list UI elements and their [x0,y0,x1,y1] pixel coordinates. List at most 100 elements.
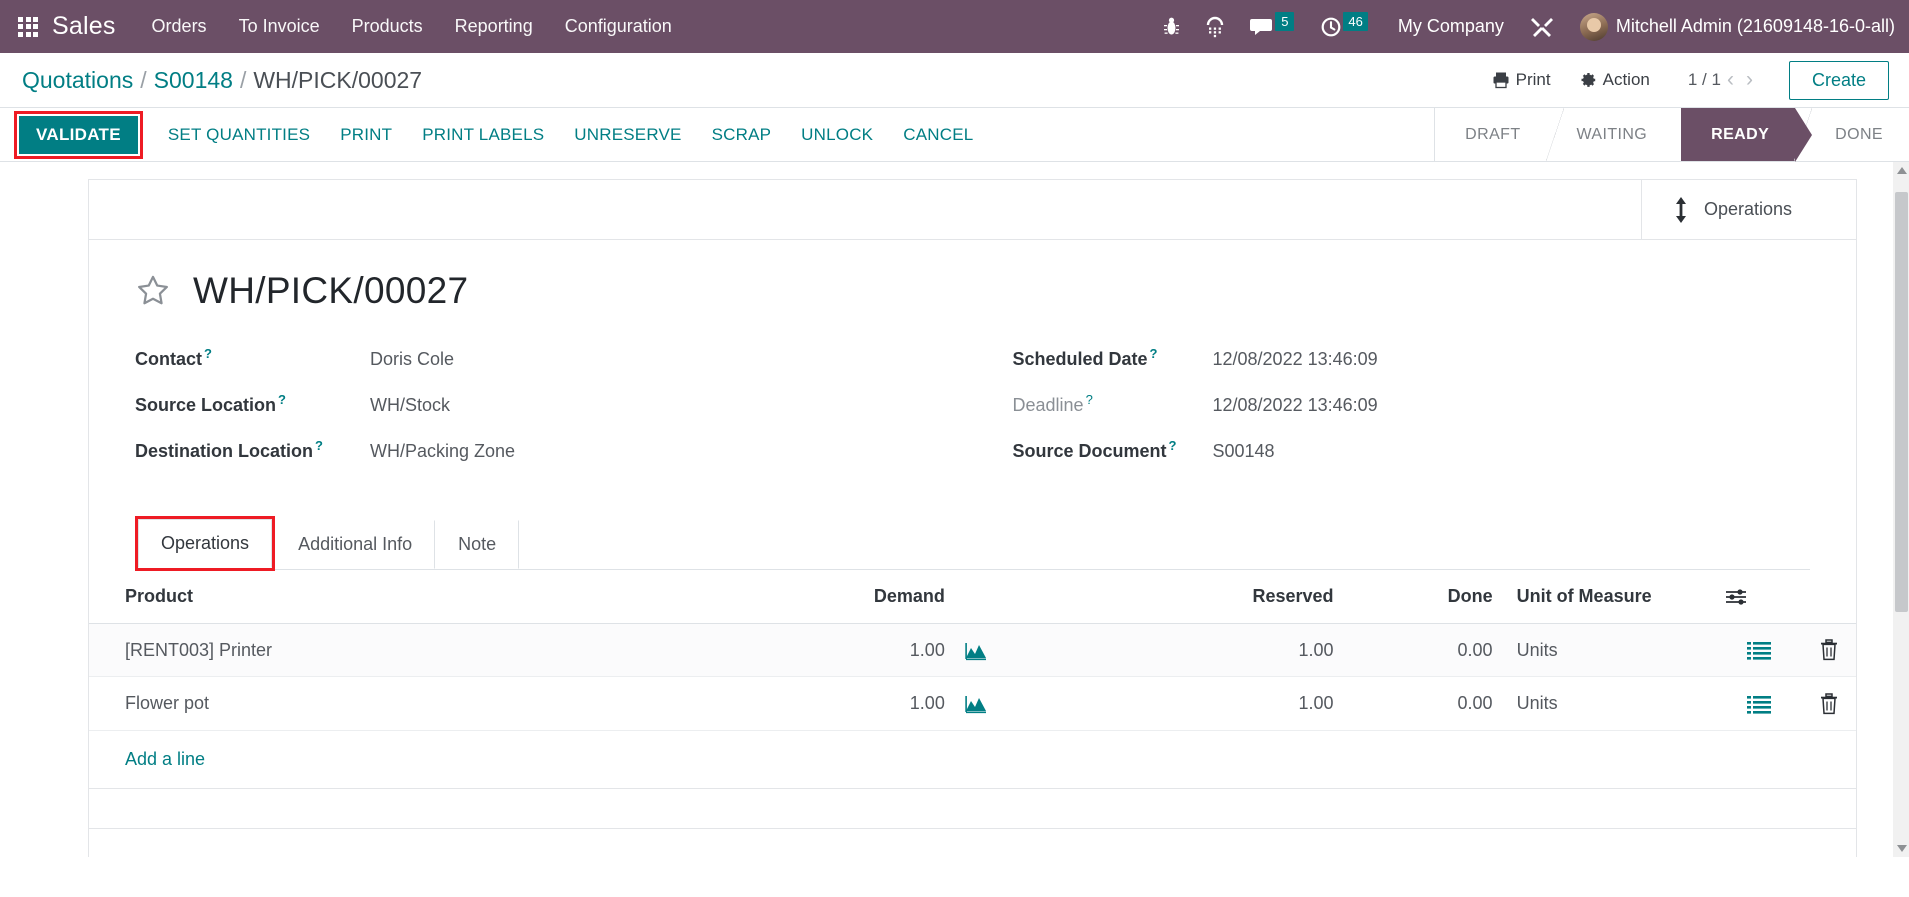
cell-reserved[interactable]: 1.00 [1043,623,1344,678]
list-lines-icon[interactable] [1746,693,1771,714]
status-waiting[interactable]: WAITING [1545,108,1682,161]
user-menu[interactable]: Mitchell Admin (21609148-16-0-all) [1579,12,1895,41]
menu-orders[interactable]: Orders [152,16,207,37]
cell-delete-action[interactable] [1802,676,1856,731]
table-row[interactable]: [RENT003] Printer 1.00 1.00 0.00 Units [89,623,1856,678]
wrench-screwdriver-icon[interactable] [1530,0,1554,53]
cell-uom[interactable]: Units [1502,623,1715,678]
print-label: Print [1515,70,1551,89]
field-scheduled-date-label: Scheduled Date? [1013,346,1213,370]
scrollbar-thumb[interactable] [1895,192,1908,612]
breadcrumb-current: WH/PICK/00027 [253,66,423,93]
field-destination-location-value[interactable]: WH/Packing Zone [370,441,515,462]
app-brand-sales[interactable]: Sales [52,12,116,41]
sheet-bottom-space [89,829,1856,858]
menu-to-invoice[interactable]: To Invoice [239,16,320,37]
column-options-icon[interactable] [1725,586,1747,607]
col-delete-spacer [1802,570,1856,624]
cell-done[interactable]: 0.00 [1343,676,1503,731]
help-icon[interactable]: ? [1086,392,1093,407]
menu-products[interactable]: Products [352,16,423,37]
field-contact-value[interactable]: Doris Cole [370,349,454,370]
status-done[interactable]: DONE [1794,108,1909,161]
scrap-button[interactable]: SCRAP [697,116,787,154]
activities-counter[interactable]: 46 [1320,0,1368,53]
cell-uom[interactable]: Units [1502,676,1715,731]
field-deadline-value[interactable]: 12/08/2022 13:46:09 [1213,395,1378,416]
print-button[interactable]: Print [1492,70,1551,90]
help-icon[interactable]: ? [204,346,212,361]
cancel-button[interactable]: CANCEL [888,116,988,154]
unreserve-button[interactable]: UNRESERVE [559,116,696,154]
phone-keypad-icon[interactable] [1206,0,1224,53]
trash-icon[interactable] [1819,639,1839,661]
up-down-arrow-icon [1676,196,1686,223]
scroll-up-arrow-icon[interactable] [1897,167,1907,174]
bug-icon[interactable] [1163,0,1180,53]
col-options [1714,570,1803,624]
area-chart-icon[interactable] [965,640,987,661]
smart-button-operations[interactable]: Operations [1641,180,1856,239]
field-group-right: Scheduled Date? 12/08/2022 13:46:09 Dead… [973,346,1811,484]
field-group-left: Contact? Doris Cole Source Location? WH/… [135,346,973,484]
messages-counter[interactable]: 5 [1250,0,1295,53]
status-ready[interactable]: READY [1681,108,1813,162]
table-row[interactable]: Flower pot 1.00 1.00 0.00 Units [89,676,1856,731]
col-product: Product [89,570,673,624]
breadcrumb-separator: / [239,66,247,93]
list-lines-icon[interactable] [1746,640,1771,661]
help-icon[interactable]: ? [278,392,286,407]
field-deadline: Deadline? 12/08/2022 13:46:09 [1013,392,1811,416]
breadcrumb-separator: / [140,66,147,93]
add-a-line-button[interactable]: Add a line [89,731,1856,788]
cell-detail-action[interactable] [1714,676,1803,731]
breadcrumb-quotations[interactable]: Quotations [22,67,133,94]
chevron-right-icon[interactable]: › [1740,68,1759,92]
tab-note[interactable]: Note [435,520,520,569]
print-labels-button[interactable]: PRINT LABELS [407,116,559,154]
print-action-button[interactable]: PRINT [325,116,407,154]
help-icon[interactable]: ? [1169,438,1177,453]
help-icon[interactable]: ? [1150,346,1158,361]
cell-done[interactable]: 0.00 [1343,623,1503,678]
messages-count-badge: 5 [1275,12,1295,31]
validate-button[interactable]: VALIDATE [19,115,138,154]
unlock-button[interactable]: UNLOCK [786,116,888,154]
cell-reserved[interactable]: 1.00 [1043,676,1344,731]
chevron-left-icon[interactable]: ‹ [1721,68,1740,92]
trash-icon[interactable] [1819,692,1839,714]
top-navbar: Sales Orders To Invoice Products Reporti… [0,0,1909,53]
apps-grid-icon[interactable] [18,16,38,37]
gear-icon [1581,72,1595,87]
action-button[interactable]: Action [1579,70,1650,90]
cell-delete-action[interactable] [1802,623,1856,678]
area-chart-icon[interactable] [965,693,987,714]
field-contact-label: Contact? [135,346,370,370]
operations-tab-highlight-box: Operations [135,516,276,571]
vertical-scrollbar[interactable] [1893,162,1909,857]
label-text: Source Location [135,395,277,415]
clock-icon [1321,17,1341,36]
tab-operations[interactable]: Operations [138,519,273,568]
cell-demand[interactable]: 1.00 [672,676,955,731]
add-line-row[interactable]: Add a line [89,730,1856,789]
cell-product[interactable]: Flower pot [89,676,673,731]
pager-value: 1 / 1 [1687,70,1721,89]
tab-additional-info[interactable]: Additional Info [275,520,436,569]
cell-detail-action[interactable] [1714,623,1803,678]
help-icon[interactable]: ? [315,438,323,453]
control-panel: Quotations / S00148 / WH/PICK/00027 Prin… [0,53,1909,108]
company-switcher[interactable]: My Company [1398,16,1504,37]
cell-product[interactable]: [RENT003] Printer [89,623,673,678]
breadcrumb-s00148[interactable]: S00148 [154,67,233,94]
field-source-document-value[interactable]: S00148 [1213,441,1275,462]
create-button[interactable]: Create [1788,60,1889,100]
cell-demand[interactable]: 1.00 [672,623,955,678]
menu-reporting[interactable]: Reporting [455,16,533,37]
status-draft[interactable]: DRAFT [1435,108,1547,161]
menu-configuration[interactable]: Configuration [565,16,672,37]
set-quantities-button[interactable]: SET QUANTITIES [153,116,325,154]
scroll-down-arrow-icon[interactable] [1897,845,1907,852]
field-scheduled-date-value[interactable]: 12/08/2022 13:46:09 [1213,349,1378,370]
field-source-location-value[interactable]: WH/Stock [370,395,450,416]
